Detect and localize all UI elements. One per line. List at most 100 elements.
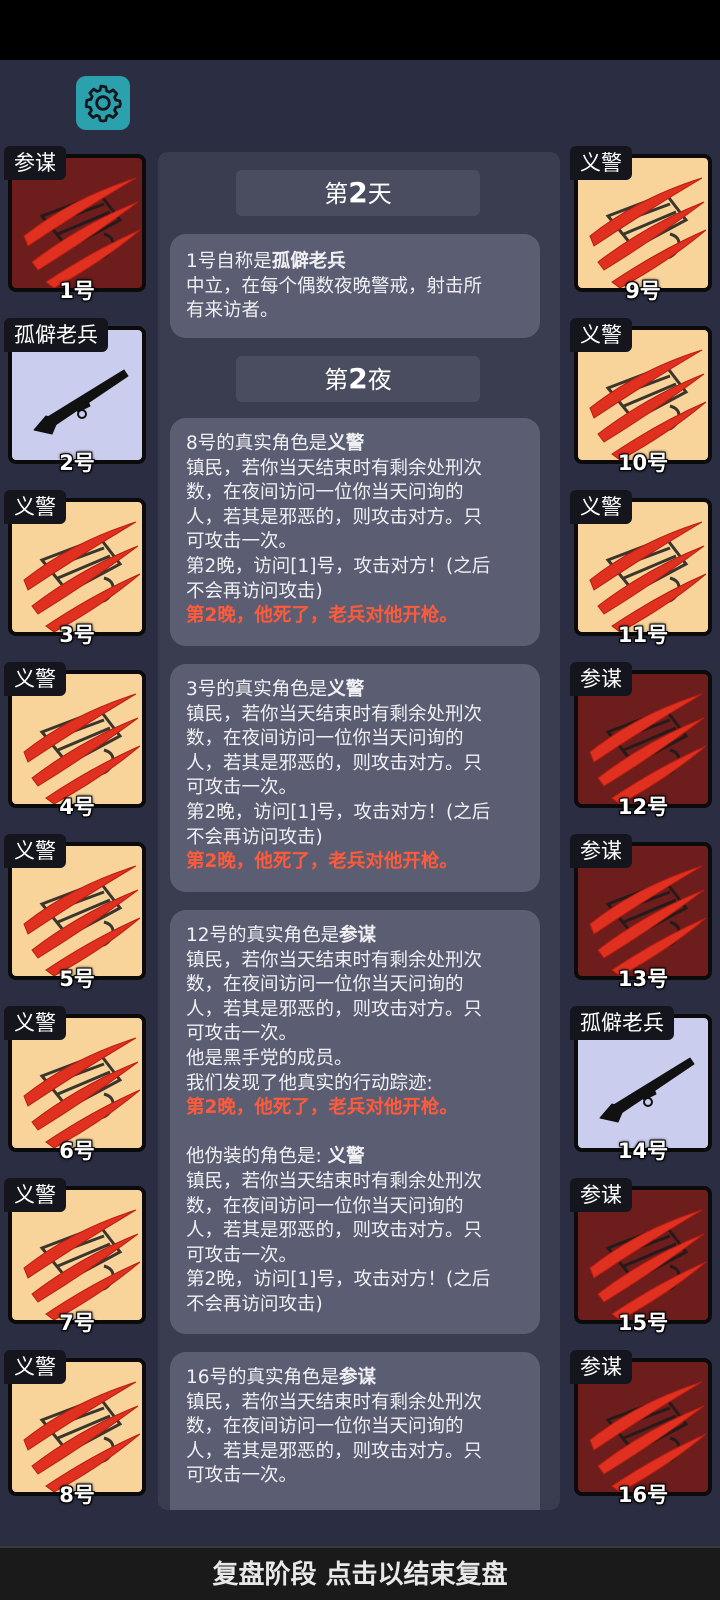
entry-header: 12号的真实角色是参谋 — [186, 924, 524, 949]
player-number: 14号 — [617, 1139, 669, 1163]
log-entry-player-3: 3号的真实角色是义警 镇民，若你当天结束时有剩余处刑次 数，在夜间访问一位你当天… — [170, 664, 540, 892]
replay-log-panel[interactable]: 第2天 1号自称是孤僻老兵 中立，在每个偶数夜晚警戒，射击所 有来访者。 第2夜… — [158, 152, 560, 1510]
entry-line: 镇民，若你当天结束时有剩余处刑次 — [186, 949, 483, 971]
player-number: 9号 — [625, 279, 661, 303]
status-bar — [0, 0, 720, 60]
entry-line: 镇民，若你当天结束时有剩余处刑次 — [186, 1391, 483, 1413]
night-title: 第2夜 — [236, 356, 480, 402]
entry-role: 义警 — [327, 679, 365, 700]
log-entry-player-16: 16号的真实角色是参谋 镇民，若你当天结束时有剩余处刑次 数，在夜间访问一位你当… — [170, 1352, 540, 1510]
entry-line: 数，在夜间访问一位你当天问询的 — [186, 974, 464, 996]
entry-line: 有来访者。 — [186, 300, 279, 322]
disguise-intro: 他伪装的角色是: — [186, 1146, 328, 1168]
entry-header: 8号的真实角色是义警 — [186, 432, 524, 457]
death-note: 第2晚，他死了，老兵对他开枪。 — [186, 1097, 458, 1119]
entry-line: 可攻击一次。 — [186, 1023, 298, 1045]
entry-header: 3号的真实角色是义警 — [186, 678, 524, 703]
player-number: 15号 — [617, 1311, 669, 1335]
gear-icon — [84, 84, 122, 123]
role-tag: 孤僻老兵 — [4, 318, 108, 352]
player-number: 3号 — [59, 623, 95, 647]
role-tag: 参谋 — [570, 834, 632, 868]
role-tag: 义警 — [4, 834, 66, 868]
entry-line: 镇民，若你当天结束时有剩余处刑次 — [186, 703, 483, 725]
entry-line: 人，若其是邪恶的，则攻击对方。只 — [186, 752, 483, 774]
entry-line: 人，若其是邪恶的，则攻击对方。只 — [186, 1440, 483, 1462]
entry-intro: 8号的真实角色是 — [186, 433, 328, 454]
night-title-suffix: 夜 — [367, 366, 392, 394]
entry-role: 孤僻老兵 — [271, 251, 346, 272]
entry-line: 可攻击一次。 — [186, 1465, 298, 1487]
disguise-header: 他伪装的角色是: 义警 — [186, 1145, 524, 1170]
player-number: 10号 — [617, 451, 669, 475]
player-number: 13号 — [617, 967, 669, 991]
entry-intro: 16号的真实角色是 — [186, 1367, 340, 1388]
player-number: 12号 — [617, 795, 669, 819]
role-tag: 义警 — [4, 1350, 66, 1384]
player-number: 8号 — [59, 1483, 95, 1507]
role-tag: 义警 — [4, 662, 66, 696]
night-title-prefix: 第 — [324, 366, 349, 394]
entry-line: 数，在夜间访问一位你当天问询的 — [186, 1416, 464, 1438]
entry-line: 可攻击一次。 — [186, 1244, 298, 1266]
entry-intro: 3号的真实角色是 — [186, 679, 328, 700]
day-title-suffix: 天 — [367, 180, 392, 208]
entry-line: 镇民，若你当天结束时有剩余处刑次 — [186, 1170, 483, 1192]
entry-role: 参谋 — [339, 925, 377, 946]
entry-line: 不会再访问攻击) — [186, 826, 323, 848]
entry-line: 可攻击一次。 — [186, 531, 298, 553]
entry-role: 义警 — [327, 433, 365, 454]
log-entry-player-8: 8号的真实角色是义警 镇民，若你当天结束时有剩余处刑次 数，在夜间访问一位你当天… — [170, 418, 540, 646]
settings-button[interactable] — [76, 76, 130, 130]
entry-line: 可攻击一次。 — [186, 777, 298, 799]
night-title-number: 2 — [348, 362, 368, 395]
log-entry-player-12: 12号的真实角色是参谋 镇民，若你当天结束时有剩余处刑次 数，在夜间访问一位你当… — [170, 910, 540, 1334]
day-title-number: 2 — [348, 176, 368, 209]
entry-role: 参谋 — [339, 1367, 377, 1388]
player-number: 11号 — [617, 623, 669, 647]
entry-line: 镇民，若你当天结束时有剩余处刑次 — [186, 457, 483, 479]
entry-line: 不会再访问攻击) — [186, 580, 323, 602]
role-tag: 义警 — [4, 490, 66, 524]
entry-intro: 1号自称是 — [186, 251, 272, 272]
death-note: 第2晚，他死了，老兵对他开枪。 — [186, 605, 458, 627]
entry-line: 中立，在每个偶数夜晚警戒，射击所 — [186, 275, 483, 297]
player-number: 4号 — [59, 795, 95, 819]
end-replay-button[interactable]: 复盘阶段 点击以结束复盘 — [0, 1546, 720, 1600]
disguise-role: 义警 — [327, 1146, 365, 1168]
entry-intro: 12号的真实角色是 — [186, 925, 340, 946]
player-number: 5号 — [59, 967, 95, 991]
death-note: 第2晚，他死了，老兵对他开枪。 — [186, 851, 458, 873]
player-number: 2号 — [59, 451, 95, 475]
role-tag: 参谋 — [570, 1350, 632, 1384]
entry-line: 第2晚，访问[1]号，攻击对方！(之后 — [186, 801, 491, 823]
role-tag: 义警 — [570, 146, 632, 180]
entry-line: 人，若其是邪恶的，则攻击对方。只 — [186, 506, 483, 528]
entry-line: 人，若其是邪恶的，则攻击对方。只 — [186, 1220, 483, 1242]
day-title-prefix: 第 — [324, 180, 349, 208]
entry-line: 数，在夜间访问一位你当天问询的 — [186, 728, 464, 750]
day-title: 第2天 — [236, 170, 480, 216]
role-tag: 义警 — [570, 490, 632, 524]
entry-line: 第2晚，访问[1]号，攻击对方！(之后 — [186, 555, 491, 577]
role-tag: 义警 — [4, 1178, 66, 1212]
entry-line: 人，若其是邪恶的，则攻击对方。只 — [186, 998, 483, 1020]
entry-line: 数，在夜间访问一位你当天问询的 — [186, 1195, 464, 1217]
day-claim-entry: 1号自称是孤僻老兵 中立，在每个偶数夜晚警戒，射击所 有来访者。 — [170, 234, 540, 338]
player-number: 16号 — [617, 1483, 669, 1507]
role-tag: 义警 — [570, 318, 632, 352]
entry-line: 他是黑手党的成员。 — [186, 1047, 353, 1069]
role-tag: 参谋 — [570, 1178, 632, 1212]
role-tag: 参谋 — [4, 146, 66, 180]
entry-line: 我们发现了他真实的行动踪迹: — [186, 1072, 433, 1094]
role-tag: 孤僻老兵 — [570, 1006, 674, 1040]
player-number: 1号 — [59, 279, 95, 303]
role-tag: 义警 — [4, 1006, 66, 1040]
player-number: 6号 — [59, 1139, 95, 1163]
entry-line: 不会再访问攻击) — [186, 1293, 323, 1315]
entry-header: 16号的真实角色是参谋 — [186, 1366, 524, 1391]
entry-header: 1号自称是孤僻老兵 — [186, 250, 524, 275]
role-tag: 参谋 — [570, 662, 632, 696]
entry-line: 第2晚，访问[1]号，攻击对方！(之后 — [186, 1269, 491, 1291]
